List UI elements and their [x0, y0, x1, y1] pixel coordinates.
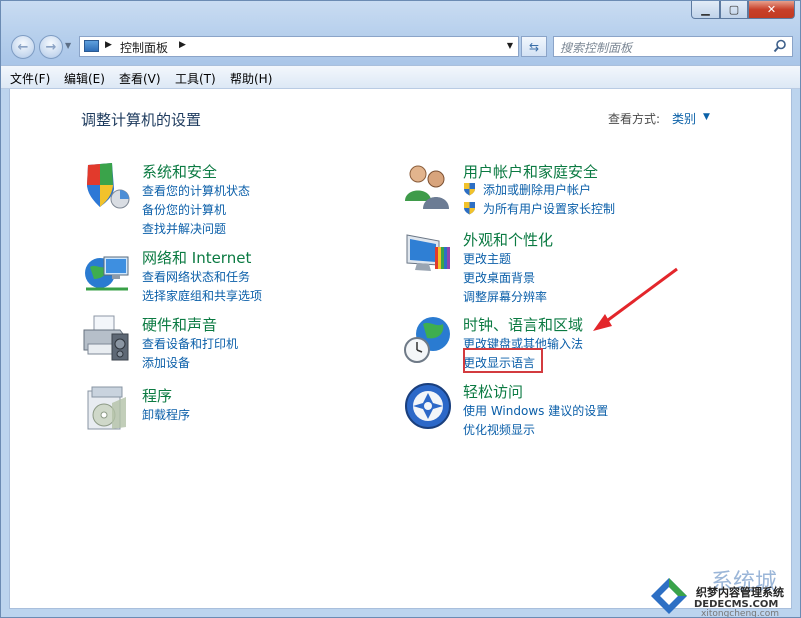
link-change-theme[interactable]: 更改主题	[463, 250, 511, 267]
minimize-button[interactable]: ▁	[691, 1, 720, 19]
page-title: 调整计算机的设置	[81, 111, 202, 129]
link-add-remove-accounts[interactable]: 添加或删除用户帐户	[483, 181, 591, 198]
link-backup-computer[interactable]: 备份您的计算机	[142, 201, 226, 218]
chevron-down-icon[interactable]: ▼	[703, 112, 710, 122]
uac-shield-icon	[464, 183, 475, 196]
programs-icon[interactable]	[82, 385, 132, 435]
link-troubleshoot[interactable]: 查找并解决问题	[142, 220, 226, 237]
search-icon[interactable]	[773, 39, 787, 53]
address-bar[interactable]: ▶ 控制面板 ▶ ▼	[79, 36, 519, 57]
control-panel-window: ▁ ▢ ✕ ← → ▼ ▶ 控制面板 ▶ ▼ ⇆ 搜索控制面板 文件(F) 编辑…	[0, 0, 801, 618]
watermark-line3: xitongcheng.com	[701, 609, 779, 618]
category-title-network-internet[interactable]: 网络和 Internet	[142, 247, 251, 268]
forward-arrow-icon: →	[45, 39, 57, 55]
link-adjust-resolution[interactable]: 调整屏幕分辨率	[463, 288, 547, 305]
close-icon: ✕	[766, 3, 777, 16]
view-by-dropdown[interactable]: 类别	[672, 110, 696, 127]
uac-shield-icon	[464, 202, 475, 215]
menu-edit[interactable]: 编辑(E)	[64, 70, 105, 87]
annotation-highlight-box	[463, 348, 543, 373]
shield-icon[interactable]	[82, 161, 132, 211]
breadcrumb-arrow-icon[interactable]: ▶	[179, 40, 186, 50]
view-by-label: 查看方式:	[608, 112, 661, 126]
category-title-clock-language-region[interactable]: 时钟、语言和区域	[463, 314, 583, 335]
control-panel-icon	[84, 40, 99, 52]
recent-pages-dropdown-icon[interactable]: ▼	[65, 41, 71, 50]
ease-of-access-icon[interactable]	[403, 381, 453, 431]
menu-file[interactable]: 文件(F)	[10, 70, 50, 87]
menu-tools[interactable]: 工具(T)	[175, 70, 216, 87]
watermark-line1: 织梦内容管理系统	[696, 586, 784, 599]
back-arrow-icon: ←	[17, 39, 29, 55]
category-title-user-accounts[interactable]: 用户帐户和家庭安全	[463, 161, 598, 182]
link-parental-controls[interactable]: 为所有用户设置家长控制	[483, 200, 615, 217]
printer-icon[interactable]	[82, 314, 132, 364]
category-title-hardware-sound[interactable]: 硬件和声音	[142, 314, 217, 335]
forward-button[interactable]: →	[39, 35, 63, 59]
back-button[interactable]: ←	[11, 35, 35, 59]
network-icon[interactable]	[82, 247, 132, 297]
breadcrumb-control-panel[interactable]: 控制面板	[120, 39, 168, 56]
content-pane: 调整计算机的设置 查看方式: 类别 ▼ 系统和安全 查看您的计算机状态 备份您的…	[9, 89, 792, 609]
menu-view[interactable]: 查看(V)	[119, 70, 161, 87]
category-title-appearance[interactable]: 外观和个性化	[463, 229, 553, 250]
breadcrumb-arrow-icon[interactable]: ▶	[105, 40, 112, 50]
minimize-icon: ▁	[701, 3, 710, 16]
link-homegroup-sharing[interactable]: 选择家庭组和共享选项	[142, 287, 262, 304]
link-optimize-video-display[interactable]: 优化视频显示	[463, 421, 535, 438]
search-placeholder: 搜索控制面板	[560, 41, 633, 55]
search-input[interactable]: 搜索控制面板	[553, 36, 793, 57]
address-dropdown-icon[interactable]: ▼	[507, 41, 513, 50]
link-view-network-status[interactable]: 查看网络状态和任务	[142, 268, 250, 285]
link-uninstall-program[interactable]: 卸载程序	[142, 406, 190, 423]
users-icon[interactable]	[403, 161, 453, 211]
category-title-programs[interactable]: 程序	[142, 385, 172, 406]
refresh-button[interactable]: ⇆	[521, 36, 547, 57]
display-icon[interactable]	[403, 229, 453, 279]
menu-help[interactable]: 帮助(H)	[230, 70, 272, 87]
maximize-button[interactable]: ▢	[720, 1, 748, 19]
link-add-device[interactable]: 添加设备	[142, 354, 190, 371]
category-title-system-security[interactable]: 系统和安全	[142, 161, 217, 182]
maximize-icon: ▢	[728, 3, 740, 16]
link-view-computer-status[interactable]: 查看您的计算机状态	[142, 182, 250, 199]
category-title-ease-of-access[interactable]: 轻松访问	[463, 381, 523, 402]
link-change-desktop-background[interactable]: 更改桌面背景	[463, 269, 535, 286]
globe-clock-icon[interactable]	[403, 314, 453, 364]
close-button[interactable]: ✕	[748, 1, 795, 19]
menu-bar: 文件(F) 编辑(E) 查看(V) 工具(T) 帮助(H)	[1, 65, 800, 89]
link-windows-suggested-settings[interactable]: 使用 Windows 建议的设置	[463, 402, 608, 419]
link-devices-printers[interactable]: 查看设备和打印机	[142, 335, 238, 352]
refresh-icon: ⇆	[528, 39, 540, 54]
